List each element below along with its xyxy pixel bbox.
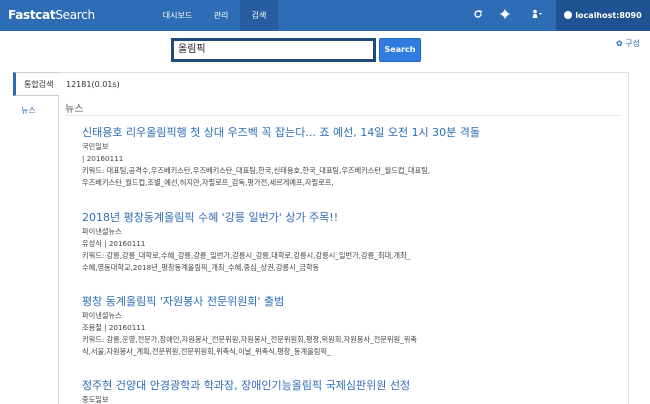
result-keywords-cont: 수혜,영동대학교,2018년_평창동계올림픽_개최_수혜,중심_상권,강릉시_금… [82,263,320,272]
search-input[interactable]: 올림픽 [171,38,376,62]
result-item: 신태용호 리우올림픽행 첫 상대 우즈벡 꼭 잡는다... 죠 예선, 14일 … [82,125,612,189]
search-button[interactable]: Search [379,38,421,62]
nav-dashboard[interactable]: 대시보드 [153,0,202,31]
result-meta: 조용철 | 20160111 [82,323,146,332]
result-keywords-cont: 우즈베키스탄_월드컵,조별_예선,허지만,자필로프_감독,평가전,세르게예프,자… [82,178,334,187]
result-source: 파이낸셜뉴스 [82,227,122,236]
nav-search[interactable]: 검색 [240,0,278,31]
brand-bold-text: Fastcat [8,8,56,22]
globe-icon [564,11,573,19]
result-count: 12181(0.01s) [66,80,120,89]
section-divider [65,115,621,116]
nav-admin[interactable]: 관리 [202,0,240,31]
gear-icon[interactable] [492,0,518,31]
result-source: 중도일보 [82,395,109,404]
brand-logo[interactable]: FastcatSearch [8,8,95,22]
result-title-link[interactable]: 평창 동계올림픽 '자원봉사 전문위원회' 출범 [82,294,612,310]
result-keywords: 키워드: 강릉,강릉_대학로,수혜_강릉,강릉_일번가,강릉시_강릉,대학로,강… [82,251,411,260]
tab-unified-search[interactable]: 통합검색 [13,72,59,96]
result-title-link[interactable]: 신태용호 리우올림픽행 첫 상대 우즈벡 꼭 잡는다... 죠 예선, 14일 … [82,125,612,141]
result-keywords: 키워드: 강릉,운영,전문가,장애인,자원봉사_전문위원,자원봉사_전문위원회,… [82,335,417,344]
result-item: 2018년 평창동계올림픽 수혜 '강릉 일번가' 상가 주목!! 파이낸셜뉴스… [82,210,612,274]
result-title-link[interactable]: 2018년 평창동계올림픽 수혜 '강릉 일번가' 상가 주목!! [82,210,612,226]
section-title: 뉴스 [65,104,84,115]
result-keywords-cont: 식,서울,자원봉사_계획,전문위원,전문위원회,위촉식,이날_위촉식,평창_동계… [82,347,331,356]
tab-news[interactable]: 뉴스 [13,99,59,123]
refresh-icon[interactable] [465,0,491,31]
result-item: 정주현 건양대 안경광학과 학과장, 장애인기능올림픽 국제심판위원 선정 중도… [82,378,612,404]
result-source: 국민일보 [82,142,109,151]
host-label: localhost:8090 [575,11,642,20]
brand-regular-text: Search [55,8,95,22]
config-link[interactable]: ✿ 구성 [616,38,640,49]
result-meta: | 20160111 [82,154,124,163]
result-source: 파이낸셜뉴스 [82,311,122,320]
user-menu-icon[interactable] [522,0,552,31]
host-indicator[interactable]: localhost:8090 [556,0,650,31]
result-keywords: 키워드: 대표팀,공격수,우즈베키스탄,우즈베키스탄_대표팀,한국,신태용호,한… [82,166,431,175]
top-navbar: FastcatSearch 대시보드 관리 검색 localhost:8090 [0,0,650,31]
result-meta: 유성식 | 20160111 [82,239,146,248]
result-item: 평창 동계올림픽 '자원봉사 전문위원회' 출범 파이낸셜뉴스 조용철 | 20… [82,294,612,358]
result-title-link[interactable]: 정주현 건양대 안경광학과 학과장, 장애인기능올림픽 국제심판위원 선정 [82,378,612,394]
